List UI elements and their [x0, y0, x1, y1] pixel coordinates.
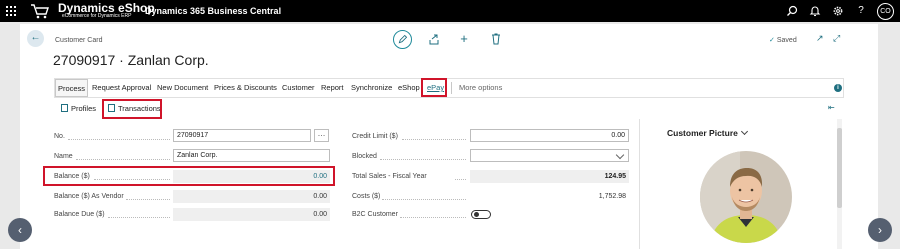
share-icon[interactable]	[428, 31, 440, 47]
action-process[interactable]: Process	[55, 79, 88, 97]
dots	[455, 179, 466, 180]
page-title: 27090917 · Zanlan Corp.	[53, 52, 209, 68]
collapse-icon[interactable]: ⤢	[833, 33, 840, 43]
dots	[108, 217, 170, 218]
bell-icon[interactable]	[809, 5, 821, 17]
blocked-label: Blocked	[352, 153, 377, 160]
more-options[interactable]: More options	[459, 79, 502, 97]
profiles-label: Profiles	[71, 104, 97, 113]
credit-limit-label: Credit Limit ($)	[352, 133, 398, 140]
user-avatar[interactable]: CO	[877, 3, 894, 20]
highlight-epay	[421, 78, 447, 97]
factbox-scrollbar-thumb[interactable]	[837, 128, 842, 208]
costs-label: Costs ($)	[352, 193, 381, 200]
info-icon[interactable]: i	[834, 84, 842, 92]
document-search-icon	[61, 104, 68, 112]
dots	[402, 139, 466, 140]
action-report[interactable]: Report	[321, 79, 344, 97]
total-sales-label: Total Sales - Fiscal Year	[352, 173, 427, 180]
breadcrumb: Customer Card	[55, 37, 103, 44]
action-new-document[interactable]: New Document	[157, 79, 208, 97]
no-label: No.	[54, 133, 65, 140]
balance-as-vendor-value: 0.00	[173, 190, 330, 203]
dots	[380, 159, 466, 160]
new-icon[interactable]: +	[458, 31, 470, 47]
open-new-window-icon[interactable]: ↗	[816, 33, 824, 43]
balance-as-vendor-label: Balance ($) As Vendor	[54, 193, 124, 200]
action-eshop[interactable]: eShop	[398, 79, 420, 97]
highlight-transactions	[102, 99, 162, 119]
name-label: Name	[54, 153, 73, 160]
costs-value: 1,752.98	[598, 193, 626, 200]
help-icon[interactable]: ?	[855, 5, 867, 17]
total-sales-value[interactable]: 124.95	[470, 170, 629, 183]
credit-limit-field[interactable]: 0.00	[470, 129, 629, 142]
name-field[interactable]: Zanlan Corp.	[173, 149, 330, 162]
no-field[interactable]: 27090917	[173, 129, 311, 142]
action-customer[interactable]: Customer	[282, 79, 315, 97]
customer-photo	[700, 151, 792, 243]
dots	[400, 217, 466, 218]
action-profiles[interactable]: Profiles	[61, 101, 96, 116]
logo-subtitle: eCommerce for Dynamics ERP	[62, 13, 132, 19]
customer-picture-header[interactable]: Customer Picture	[667, 127, 748, 138]
edit-icon[interactable]	[393, 30, 412, 49]
app-top-bar: Dynamics eShop eCommerce for Dynamics ER…	[0, 0, 900, 22]
chevron-down-icon	[740, 127, 748, 136]
waffle-icon[interactable]	[6, 6, 16, 16]
lookup-button[interactable]: …	[314, 129, 329, 142]
action-bar: Process Request Approval New Document Pr…	[54, 78, 844, 98]
search-icon[interactable]	[786, 5, 798, 17]
customer-picture-title: Customer Picture	[667, 128, 738, 138]
toggle-knob	[474, 212, 479, 217]
action-separator	[451, 82, 452, 94]
delete-icon[interactable]	[490, 31, 502, 47]
highlight-balance	[43, 166, 335, 186]
next-arrow-icon[interactable]: ›	[868, 218, 892, 242]
dots	[68, 139, 170, 140]
b2c-customer-label: B2C Customer	[352, 211, 398, 218]
balance-due-label: Balance Due ($)	[54, 211, 105, 218]
product-name: Dynamics 365 Business Central	[145, 6, 282, 16]
previous-arrow-icon[interactable]: ‹	[8, 218, 32, 242]
dots	[76, 159, 170, 160]
dots	[382, 199, 466, 200]
saved-status: ✓ Saved	[769, 36, 797, 45]
blocked-select[interactable]	[470, 149, 629, 162]
cart-logo-icon	[31, 4, 49, 19]
b2c-customer-toggle[interactable]	[471, 210, 491, 219]
saved-label: Saved	[776, 37, 797, 44]
settings-icon[interactable]	[832, 5, 844, 17]
action-synchronize[interactable]: Synchronize	[351, 79, 392, 97]
action-prices-discounts[interactable]: Prices & Discounts	[214, 79, 277, 97]
back-button[interactable]: ←	[27, 30, 44, 47]
dots	[126, 199, 170, 200]
check-icon: ✓	[769, 37, 775, 44]
balance-due-value: 0.00	[173, 208, 330, 221]
pin-icon[interactable]: ⇤	[828, 103, 835, 112]
sub-action-bar: Profiles Transactions ⇤	[54, 99, 844, 119]
action-request-approval[interactable]: Request Approval	[92, 79, 151, 97]
